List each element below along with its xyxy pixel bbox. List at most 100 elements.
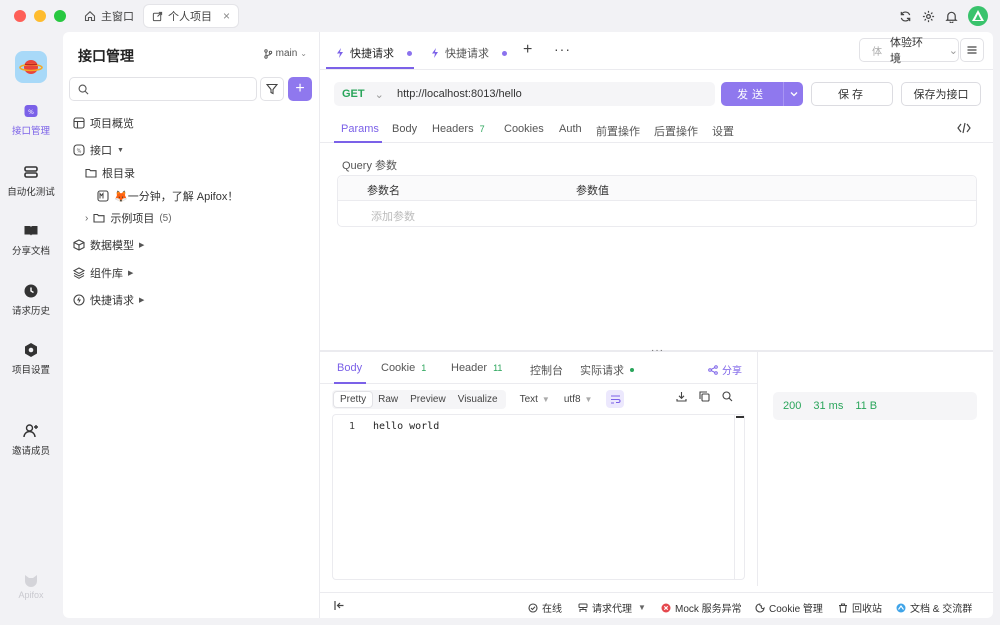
docs-community-icon xyxy=(896,603,906,612)
tree-item-intro-doc[interactable]: 🦊一分钟，了解 Apifox！ xyxy=(97,188,238,204)
view-mode-pretty[interactable]: Pretty xyxy=(334,391,373,407)
tab-label: 实际请求 xyxy=(580,365,624,377)
environment-selector[interactable]: 体 体验环境 ⌄ xyxy=(859,37,959,65)
tab-response-body[interactable]: Body xyxy=(337,362,362,374)
line-number: 1 xyxy=(349,421,356,432)
tree-item-models[interactable]: 数据模型 ▶ xyxy=(73,237,144,253)
filter-button[interactable] xyxy=(260,77,284,101)
chevron-down-icon: ▼ xyxy=(584,394,593,404)
tree-item-root[interactable]: 根目录 xyxy=(85,165,135,181)
word-wrap-button[interactable] xyxy=(606,390,625,408)
tab-post-processors[interactable]: 后置操作 xyxy=(654,123,698,139)
bell-icon[interactable] xyxy=(945,10,958,23)
encoding-select[interactable]: utf8 ▼ xyxy=(564,394,593,405)
request-tab-bar: 快捷请求 快捷请求 + ··· 体 体验环境 ⌄ xyxy=(320,32,993,70)
tab-console[interactable]: 控制台 xyxy=(530,362,563,378)
method-selector[interactable]: GET ⌄ xyxy=(334,88,389,101)
left-rail: % 接口管理 自动化测试 分享文档 请求历史 项目设置 邀请成员 Apifox xyxy=(0,32,62,625)
sync-icon[interactable] xyxy=(899,10,912,23)
chevron-down-icon: ▼ xyxy=(541,394,550,404)
search-input[interactable] xyxy=(94,83,244,95)
docs-community[interactable]: 文档 & 交流群 xyxy=(896,600,972,615)
rail-item-share-docs[interactable]: 分享文档 xyxy=(0,223,62,257)
tab-actual-request[interactable]: 实际请求 xyxy=(580,362,634,378)
close-window-button[interactable] xyxy=(14,10,26,22)
avatar[interactable] xyxy=(968,6,988,26)
request-proxy[interactable]: 请求代理 ▼ xyxy=(578,600,646,615)
send-options-button[interactable] xyxy=(783,82,803,106)
tree-item-label: 快捷请求 xyxy=(90,295,134,307)
tab-label: Cookie xyxy=(381,362,416,374)
tab-count: 7 xyxy=(479,124,485,134)
tab-body[interactable]: Body xyxy=(392,123,417,135)
param-tab-bar: Params Body Headers 7 Cookies Auth 前置操作 … xyxy=(320,116,993,143)
tab-params[interactable]: Params xyxy=(341,123,379,135)
response-body-viewer[interactable]: 1 hello world xyxy=(332,414,745,580)
maximize-window-button[interactable] xyxy=(54,10,66,22)
download-icon[interactable] xyxy=(676,391,687,402)
request-editor: 快捷请求 快捷请求 + ··· 体 体验环境 ⌄ GET ⌄ http://lo… xyxy=(320,32,993,618)
gear-icon[interactable] xyxy=(922,10,935,23)
view-mode-segmented: Pretty Raw Preview Visualize xyxy=(332,389,506,409)
request-tab[interactable]: 快捷请求 xyxy=(430,45,507,61)
chevron-down-icon: ⌄ xyxy=(948,44,958,57)
window-tab-project[interactable]: 个人项目 × xyxy=(144,5,239,27)
rail-item-label: 分享文档 xyxy=(11,246,50,257)
add-param-input[interactable]: 添加参数 xyxy=(371,208,415,224)
chevron-right-icon[interactable]: › xyxy=(85,213,88,224)
request-tab-label: 快捷请求 xyxy=(445,48,489,60)
tree-item-overview[interactable]: 项目概览 xyxy=(73,115,134,131)
tab-count: 1 xyxy=(421,363,427,373)
search-icon[interactable] xyxy=(722,391,733,402)
tab-auth[interactable]: Auth xyxy=(559,123,582,135)
tab-pre-processors[interactable]: 前置操作 xyxy=(596,123,640,139)
close-tab-icon[interactable]: × xyxy=(223,9,230,23)
clock-icon xyxy=(24,284,38,298)
trash-bin[interactable]: 回收站 xyxy=(838,600,882,615)
more-tabs-button[interactable]: ··· xyxy=(554,41,571,57)
tree-item-components[interactable]: 组件库 ▶ xyxy=(73,265,133,281)
rail-item-api-management[interactable]: % 接口管理 xyxy=(0,103,62,137)
tree-item-api[interactable]: % 接口 ▼ xyxy=(73,142,124,158)
tree-item-example[interactable]: › 示例项目 (5) xyxy=(85,210,172,226)
view-mode-preview[interactable]: Preview xyxy=(404,392,452,407)
window-tab-main[interactable]: 主窗口 xyxy=(76,5,142,27)
scrollbar[interactable] xyxy=(734,415,744,579)
copy-icon[interactable] xyxy=(699,391,710,402)
save-button[interactable]: 保存 xyxy=(811,82,893,106)
save-as-api-button[interactable]: 保存为接口 xyxy=(901,82,981,106)
view-mode-visualize[interactable]: Visualize xyxy=(452,392,504,407)
format-select[interactable]: Text ▼ xyxy=(520,394,550,405)
send-button[interactable]: 发送 xyxy=(721,82,803,106)
caret-right-icon: ▶ xyxy=(139,297,145,304)
response-divider xyxy=(757,352,758,586)
view-mode-raw[interactable]: Raw xyxy=(372,392,404,407)
rail-item-invite[interactable]: 邀请成员 xyxy=(0,423,62,457)
tab-headers[interactable]: Headers 7 xyxy=(432,123,485,135)
tab-cookies[interactable]: Cookies xyxy=(504,123,544,135)
cookie-manager[interactable]: Cookie 管理 xyxy=(755,600,823,615)
rail-item-history[interactable]: 请求历史 xyxy=(0,283,62,317)
online-status[interactable]: 在线 xyxy=(528,600,562,615)
tab-settings[interactable]: 设置 xyxy=(712,123,734,139)
share-button[interactable]: 分享 xyxy=(708,362,742,377)
env-menu-button[interactable] xyxy=(960,38,984,62)
add-button[interactable]: + xyxy=(288,77,312,101)
request-tab-active[interactable]: 快捷请求 xyxy=(335,45,412,61)
url-input[interactable]: http://localhost:8013/hello xyxy=(397,88,522,100)
new-tab-button[interactable]: + xyxy=(523,41,532,59)
tree-item-quick-request[interactable]: 快捷请求 ▶ xyxy=(73,292,144,308)
branch-selector[interactable]: main ⌄ xyxy=(263,48,307,59)
menu-icon xyxy=(967,46,977,54)
code-snippet-icon[interactable] xyxy=(957,122,971,137)
project-logo[interactable] xyxy=(15,51,47,83)
rail-item-project-settings[interactable]: 项目设置 xyxy=(0,342,62,376)
rail-item-automation[interactable]: 自动化测试 xyxy=(0,164,62,198)
tab-response-header[interactable]: Header 11 xyxy=(451,362,502,374)
mock-service-status[interactable]: Mock 服务异常 xyxy=(661,600,742,615)
response-body-text: hello world xyxy=(373,421,440,432)
collapse-sidebar-button[interactable] xyxy=(334,600,345,614)
tab-response-cookie[interactable]: Cookie 1 xyxy=(381,362,426,374)
minimize-window-button[interactable] xyxy=(34,10,46,22)
send-label: 发送 xyxy=(737,89,767,101)
